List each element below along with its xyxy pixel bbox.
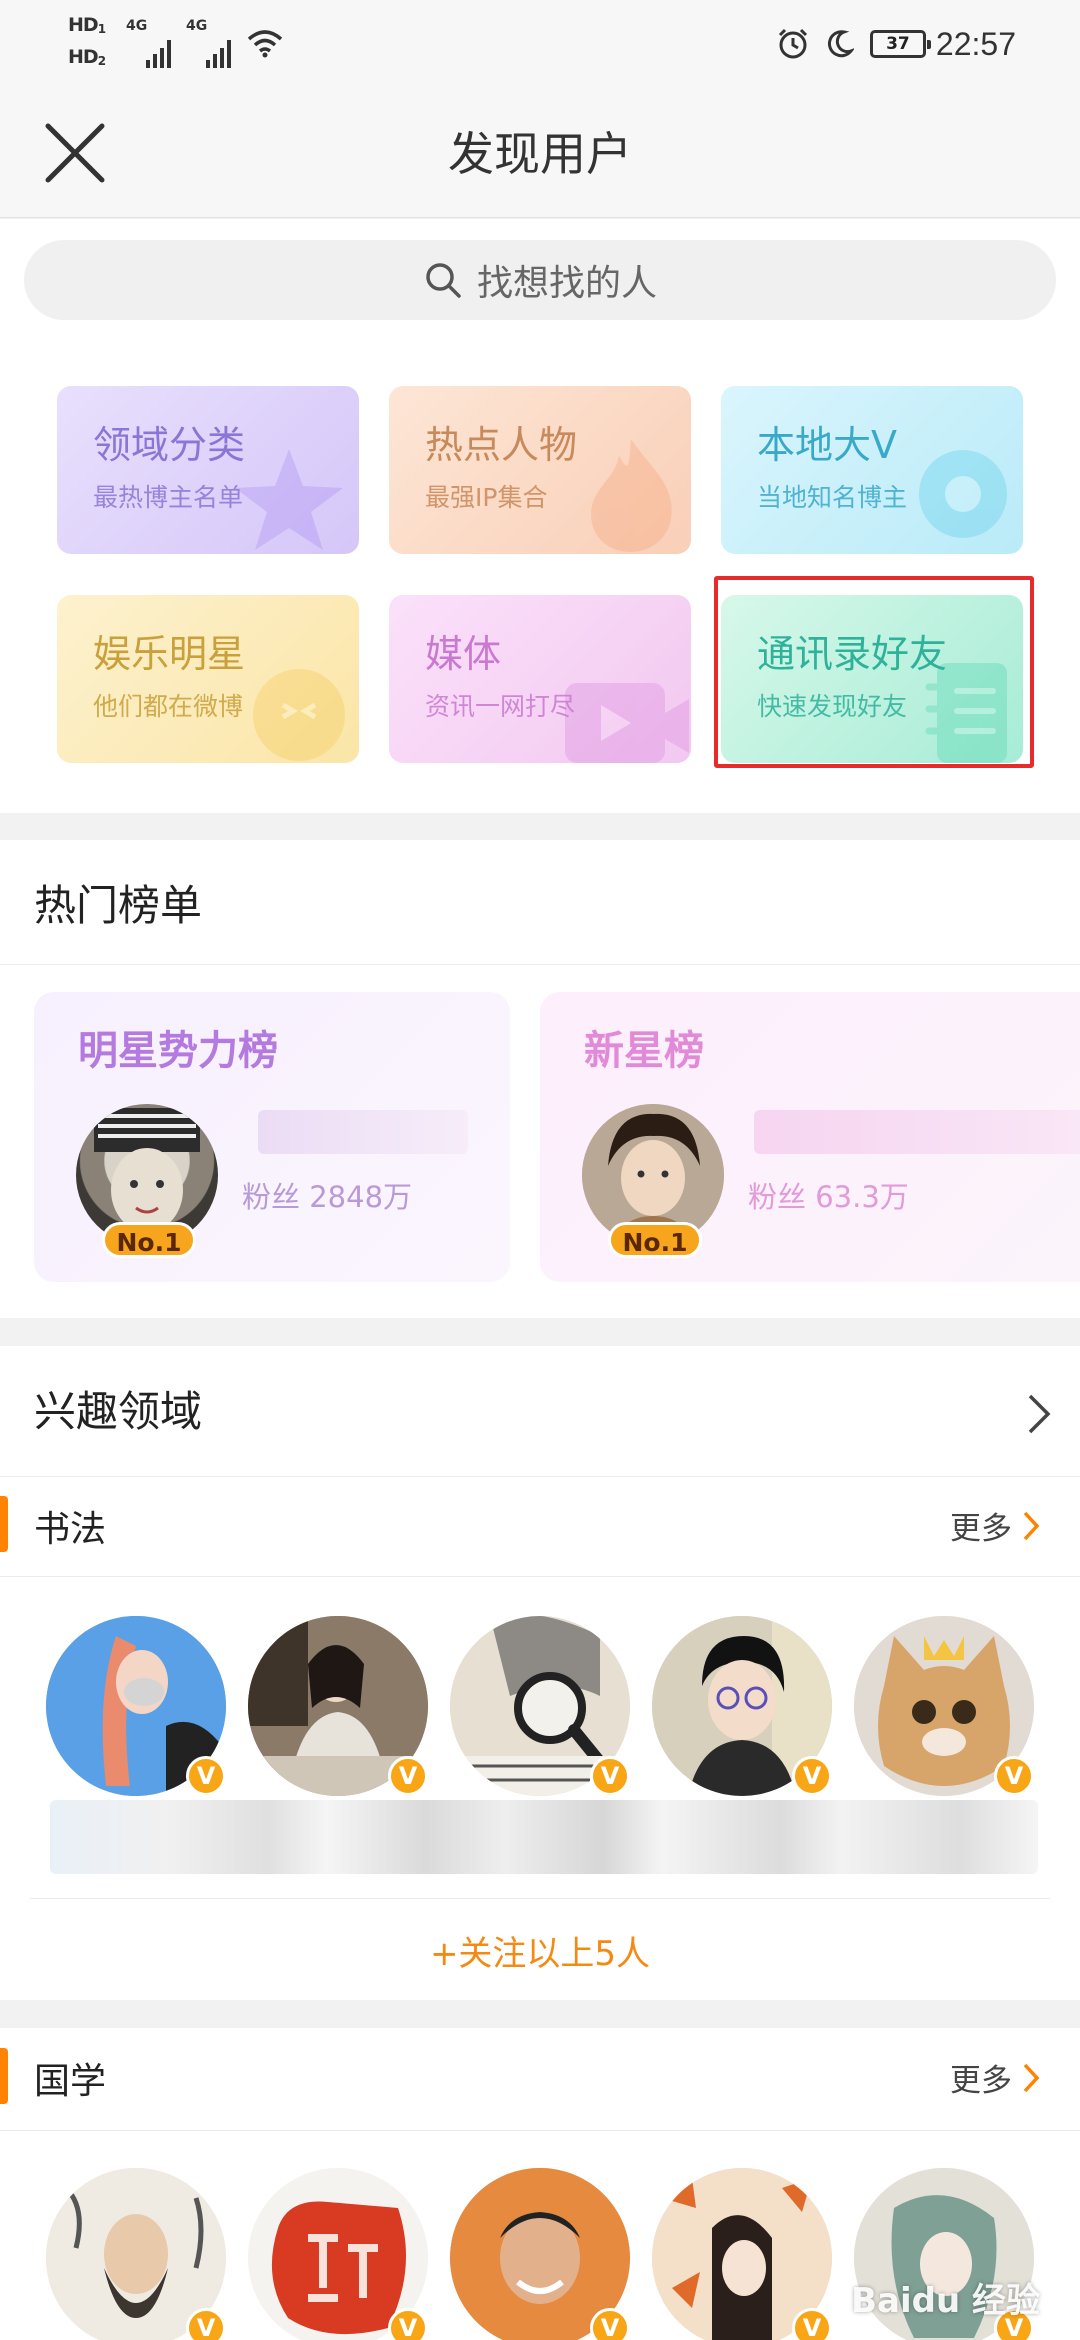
search-placeholder: 找想找的人 — [476, 263, 657, 304]
verified-badge: V — [994, 1756, 1034, 1796]
verified-badge: V — [388, 1756, 428, 1796]
blurred-user-names — [50, 1800, 1038, 1874]
rank-card-title: 明星势力榜 — [78, 1028, 278, 1074]
status-icons: 37 22:57 — [776, 22, 1016, 66]
rank-card-title: 新星榜 — [584, 1028, 704, 1074]
category-title: 本地大V — [757, 423, 897, 467]
category-card-hot-people[interactable]: 热点人物 最强IP集合 — [389, 386, 691, 554]
category-title: 通讯录好友 — [757, 632, 948, 676]
search-input[interactable]: 找想找的人 — [24, 240, 1056, 320]
blurred-name — [754, 1110, 1080, 1154]
app-header: 发现用户 — [0, 88, 1080, 218]
category-card-local[interactable]: 本地大V 当地知名博主 — [721, 386, 1023, 554]
chevron-right-icon — [1023, 2063, 1040, 2092]
more-label: 更多 — [950, 2063, 1012, 2099]
category-title: 娱乐明星 — [93, 632, 246, 676]
category-card-domain[interactable]: 领域分类 最热博主名单 — [57, 386, 359, 554]
category-subtitle: 最强IP集合 — [425, 483, 548, 512]
category-subtitle: 最热博主名单 — [93, 483, 244, 512]
alarm-icon — [778, 28, 807, 59]
more-link[interactable]: 更多 — [950, 1503, 1040, 1548]
category-subtitle: 他们都在微博 — [93, 692, 244, 721]
verified-badge: V — [186, 2308, 226, 2340]
group-title: 国学 — [34, 2061, 107, 2102]
section-accent — [0, 2048, 8, 2104]
group-title: 书法 — [34, 1509, 107, 1550]
battery-icon: 37 — [869, 30, 931, 58]
status-bar: HD1 HD2 4G 4G 37 22:57 — [0, 0, 1080, 88]
watermark: Baidu 经验 — [851, 2281, 1040, 2321]
section-accent — [0, 1496, 8, 1552]
verified-badge: V — [186, 1756, 226, 1796]
hot-list-title: 热门榜单 — [34, 881, 203, 930]
signal-icon — [146, 38, 176, 68]
category-title: 媒体 — [425, 632, 502, 676]
rank-card-new-star[interactable]: 新星榜 No.1 粉丝 63.3万 — [540, 992, 1080, 1282]
moon-icon — [827, 30, 854, 58]
category-subtitle: 当地知名博主 — [757, 483, 908, 512]
hd-badge-1: HD1 — [68, 14, 106, 36]
page-title: 发现用户 — [448, 127, 632, 181]
category-title: 热点人物 — [425, 423, 578, 467]
fans-count: 粉丝 2848万 — [242, 1180, 413, 1214]
blurred-name — [258, 1110, 468, 1154]
verified-badge: V — [388, 2308, 428, 2340]
more-link[interactable]: 更多 — [950, 2055, 1040, 2100]
verified-badge: V — [792, 2308, 832, 2340]
chevron-right-icon — [1023, 1511, 1040, 1540]
fans-count: 粉丝 63.3万 — [748, 1180, 909, 1214]
hd-badge-2: HD2 — [68, 46, 106, 68]
wifi-icon — [247, 30, 283, 58]
divider — [0, 1476, 1080, 1477]
category-title: 领域分类 — [93, 423, 246, 467]
rank-badge: No.1 — [608, 1222, 702, 1258]
signal-icon-2 — [206, 38, 236, 68]
divider — [0, 2130, 1080, 2131]
category-card-media[interactable]: 媒体 资讯一网打尽 — [389, 595, 691, 763]
interest-title: 兴趣领域 — [34, 1387, 203, 1436]
verified-badge: V — [590, 2308, 630, 2340]
network-indicators: HD1 HD2 4G 4G — [68, 14, 308, 78]
category-subtitle: 资讯一网打尽 — [425, 692, 576, 721]
category-subtitle: 快速发现好友 — [757, 692, 908, 721]
rank-badge: No.1 — [102, 1222, 196, 1258]
category-card-celebrities[interactable]: 娱乐明星 他们都在微博 — [57, 595, 359, 763]
network-type-1: 4G — [126, 18, 148, 34]
rank-card-star-power[interactable]: 明星势力榜 No.1 粉丝 2848万 — [34, 992, 510, 1282]
divider — [0, 964, 1080, 965]
clock: 22:57 — [935, 25, 1016, 62]
divider — [30, 1898, 1050, 1899]
divider — [0, 1576, 1080, 1577]
verified-badge: V — [590, 1756, 630, 1796]
verified-badge: V — [792, 1756, 832, 1796]
follow-all-button[interactable]: +关注以上5人 — [0, 1926, 1080, 1975]
chevron-right-icon[interactable] — [1026, 1392, 1052, 1436]
network-type-2: 4G — [186, 18, 208, 34]
screen: HD1 HD2 4G 4G 37 22:57 发现用户 找想找的人 领域分类 最… — [0, 0, 1080, 2340]
search-icon — [426, 263, 461, 298]
more-label: 更多 — [950, 1511, 1012, 1547]
